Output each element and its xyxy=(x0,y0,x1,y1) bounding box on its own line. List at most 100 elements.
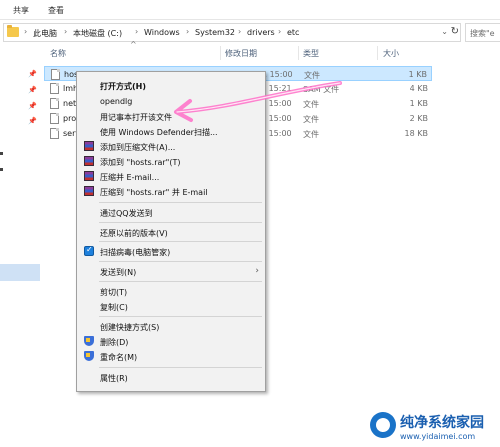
menu-label: 发送到(N) xyxy=(100,268,137,277)
menu-copy[interactable]: 复制(C) xyxy=(77,299,265,314)
menu-label: 添加到压缩文件(A)... xyxy=(100,143,176,152)
menu-properties[interactable]: 属性(R) xyxy=(77,370,265,385)
search-input[interactable]: 搜索"e xyxy=(465,23,500,42)
chevron-right-icon[interactable]: › xyxy=(238,27,241,36)
nav-marker xyxy=(0,168,3,171)
file-size: 1 KB xyxy=(408,70,427,79)
chevron-right-icon[interactable]: › xyxy=(24,27,27,36)
chevron-right-icon[interactable]: › xyxy=(64,27,67,36)
winrar-icon xyxy=(84,171,94,181)
menu-separator xyxy=(99,241,262,242)
breadcrumb-etc[interactable]: etc xyxy=(287,28,299,37)
breadcrumb-system32[interactable]: System32 xyxy=(195,28,235,37)
chevron-down-icon[interactable]: ⌄ xyxy=(441,27,448,36)
menu-defender-scan[interactable]: 使用 Windows Defender扫描... xyxy=(77,124,265,139)
menu-separator xyxy=(99,316,262,317)
watermark-title: 纯净系统家园 xyxy=(400,415,484,431)
menu-label: 压缩并 E-mail... xyxy=(100,173,160,182)
address-row: › 此电脑 › 本地磁盘 (C:) › Windows › System32 ›… xyxy=(0,23,500,43)
menu-label: 添加到 "hosts.rar"(T) xyxy=(100,158,181,167)
nav-selected-item[interactable] xyxy=(0,264,40,281)
file-icon xyxy=(50,128,59,139)
menu-rename[interactable]: 重命名(M) xyxy=(77,349,265,364)
menu-shortcut[interactable]: 创建快捷方式(S) xyxy=(77,319,265,334)
menu-label: 通过QQ发送到 xyxy=(100,209,153,218)
menu-separator xyxy=(99,367,262,368)
menu-rar-add-hosts[interactable]: 添加到 "hosts.rar"(T) xyxy=(77,154,265,169)
menu-separator xyxy=(99,202,262,203)
file-size: 18 KB xyxy=(404,129,428,138)
tab-view[interactable]: 查看 xyxy=(48,5,64,16)
pin-icon: 📌 xyxy=(28,86,37,94)
menu-qq-send[interactable]: 通过QQ发送到 xyxy=(77,205,265,220)
menu-label: 删除(D) xyxy=(100,338,129,347)
column-type[interactable]: 类型 xyxy=(303,48,319,59)
folder-icon xyxy=(7,25,19,37)
menu-opendlg[interactable]: opendlg xyxy=(77,94,265,109)
winrar-icon xyxy=(84,141,94,151)
menu-label: 还原以前的版本(V) xyxy=(100,229,168,238)
menu-separator xyxy=(99,222,262,223)
breadcrumb-drivers[interactable]: drivers xyxy=(247,28,275,37)
breadcrumb-this-pc[interactable]: 此电脑 xyxy=(33,28,57,39)
column-size[interactable]: 大小 xyxy=(383,48,399,59)
pin-icon: 📌 xyxy=(28,102,37,110)
file-size: 2 KB xyxy=(409,114,428,123)
menu-cut[interactable]: 剪切(T) xyxy=(77,284,265,299)
chevron-right-icon: › xyxy=(255,266,259,276)
file-icon xyxy=(50,98,59,109)
navigation-pane[interactable]: 📌 📌 📌 📌 xyxy=(0,44,40,447)
winrar-icon xyxy=(84,156,94,166)
file-type: 文件 xyxy=(304,71,320,80)
file-size: 1 KB xyxy=(409,99,428,108)
column-date[interactable]: 修改日期 xyxy=(225,48,257,59)
menu-scan-virus[interactable]: 扫描病毒(电脑管家) xyxy=(77,244,265,259)
shield-icon xyxy=(84,336,94,346)
column-divider[interactable] xyxy=(298,46,299,60)
menu-label: 属性(R) xyxy=(100,374,128,383)
column-name[interactable]: 名称 xyxy=(50,48,66,59)
breadcrumb-c-drive[interactable]: 本地磁盘 (C:) xyxy=(73,28,122,39)
file-type: SAM 文件 xyxy=(303,85,340,94)
chevron-right-icon[interactable]: › xyxy=(186,27,189,36)
sort-arrow-icon: ^ xyxy=(130,40,137,49)
watermark-logo xyxy=(370,412,396,438)
pin-icon: 📌 xyxy=(28,70,37,78)
tab-share[interactable]: 共享 xyxy=(13,5,29,16)
file-size: 4 KB xyxy=(409,84,428,93)
file-type: 文件 xyxy=(303,100,319,109)
chevron-right-icon[interactable]: › xyxy=(135,27,138,36)
watermark: 纯净系统家园 www.yidaimei.com xyxy=(368,410,500,447)
file-icon xyxy=(51,69,60,80)
menu-label: 打开方式(H) xyxy=(100,82,147,91)
nav-marker xyxy=(0,152,3,155)
menu-label: 剪切(T) xyxy=(100,288,128,297)
menu-label: 创建快捷方式(S) xyxy=(100,323,160,332)
menu-label: 压缩到 "hosts.rar" 并 E-mail xyxy=(100,188,208,197)
winrar-icon xyxy=(84,186,94,196)
column-divider[interactable] xyxy=(220,46,221,60)
menu-rar-email[interactable]: 压缩并 E-mail... xyxy=(77,169,265,184)
menu-label: 扫描病毒(电脑管家) xyxy=(100,248,171,257)
menu-open-notepad[interactable]: 用记事本打开该文件 xyxy=(77,109,265,124)
address-bar[interactable]: › 此电脑 › 本地磁盘 (C:) › Windows › System32 ›… xyxy=(3,23,461,42)
qq-pc-manager-icon xyxy=(84,245,94,256)
menu-label: 重命名(M) xyxy=(100,353,138,362)
menu-label: 用记事本打开该文件 xyxy=(100,113,172,122)
file-type: 文件 xyxy=(303,130,319,139)
menu-delete[interactable]: 删除(D) xyxy=(77,334,265,349)
menu-label: 复制(C) xyxy=(100,303,128,312)
menu-rar-add[interactable]: 添加到压缩文件(A)... xyxy=(77,139,265,154)
refresh-icon[interactable]: ↻ xyxy=(451,26,459,37)
menu-rar-email-hosts[interactable]: 压缩到 "hosts.rar" 并 E-mail xyxy=(77,184,265,199)
menu-send-to[interactable]: 发送到(N) › xyxy=(77,264,265,279)
pin-icon: 📌 xyxy=(28,117,37,125)
menu-separator xyxy=(99,261,262,262)
menu-open-with[interactable]: 打开方式(H) xyxy=(77,78,265,93)
chevron-right-icon[interactable]: › xyxy=(278,27,281,36)
file-icon xyxy=(50,113,59,124)
menu-restore[interactable]: 还原以前的版本(V) xyxy=(77,225,265,240)
column-divider[interactable] xyxy=(377,46,378,60)
breadcrumb-windows[interactable]: Windows xyxy=(144,28,180,37)
watermark-url: www.yidaimei.com xyxy=(400,432,476,441)
